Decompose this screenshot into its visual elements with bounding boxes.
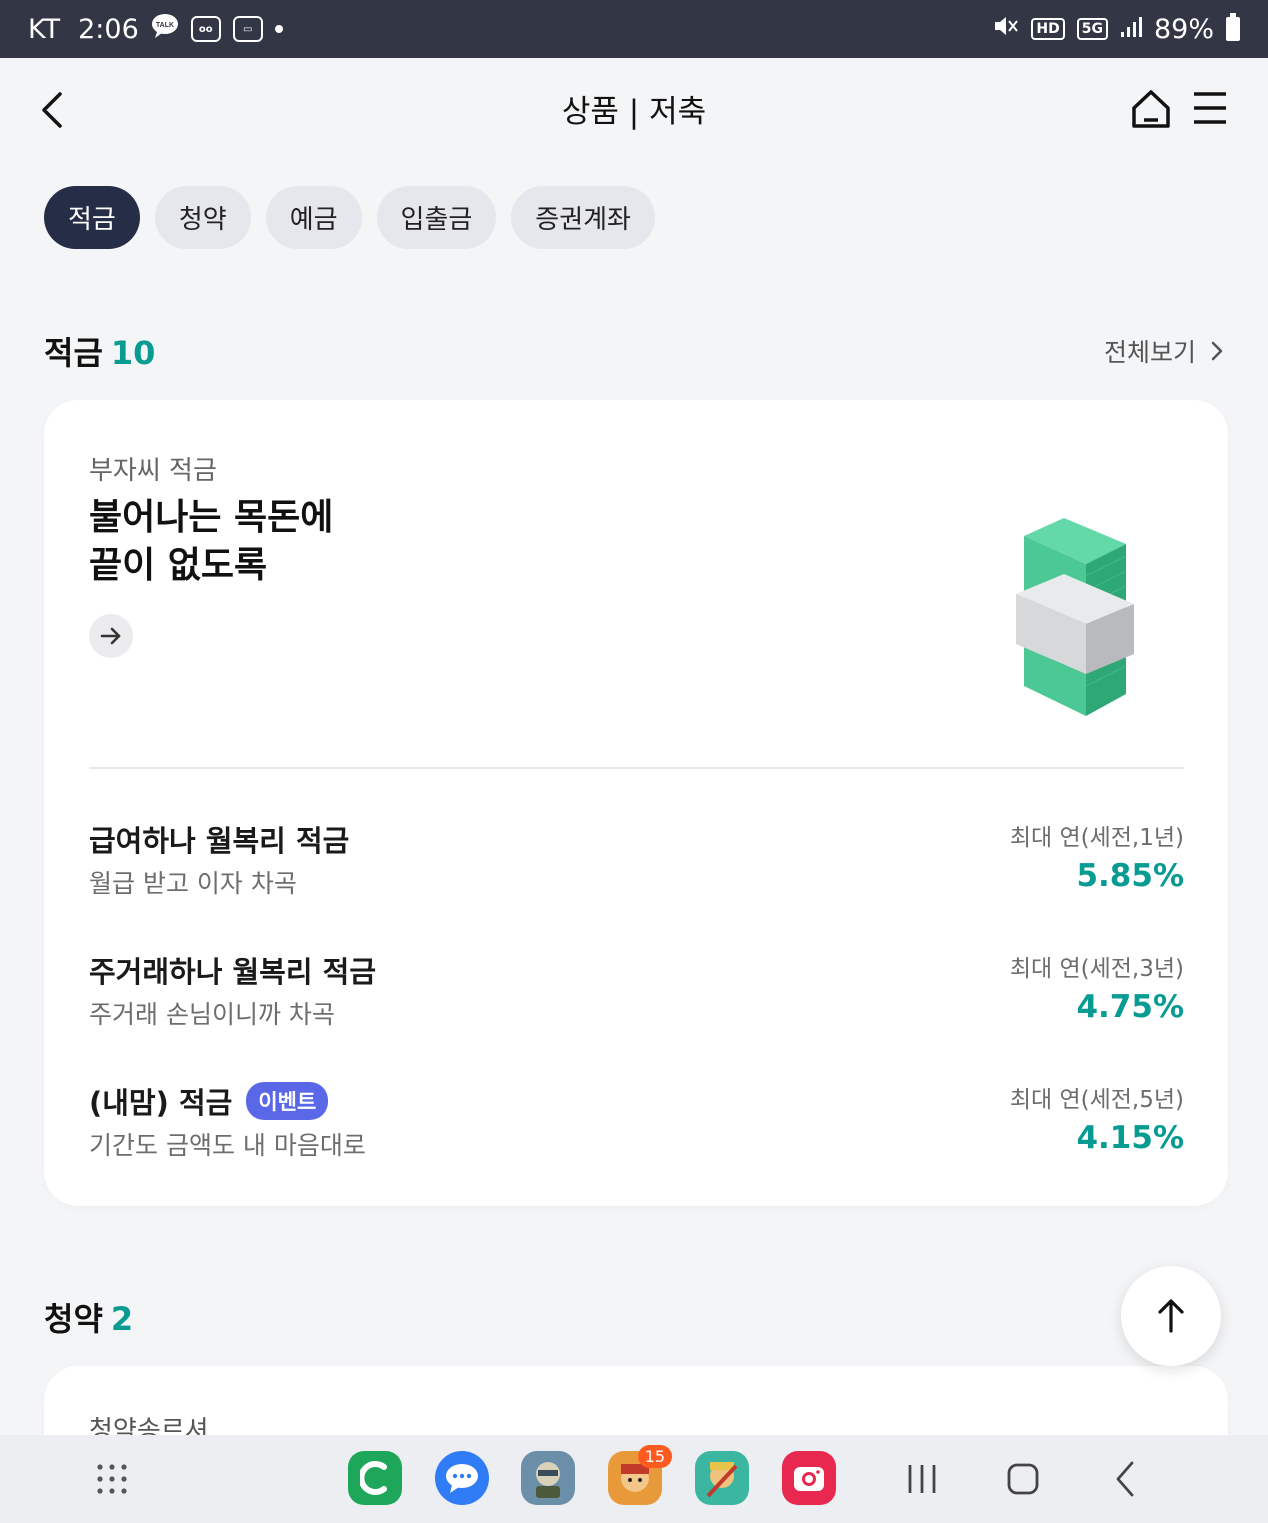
signal-icon [1120, 14, 1142, 45]
phone-c-icon [360, 1461, 387, 1495]
section-count: 2 [110, 1300, 134, 1338]
grid-icon [97, 1464, 127, 1494]
subscription-section-header: 청약 2 [44, 1294, 1224, 1340]
category-chips: 적금 청약 예금 입출금 증권계좌 [44, 186, 655, 249]
product-name: 주거래하나 월복리 적금 [89, 949, 376, 991]
home-icon [1132, 90, 1170, 128]
promo-arrow-button[interactable] [89, 614, 133, 658]
product-row[interactable]: 급여하나 월복리 적금 월급 받고 이자 차곡 최대 연(세전,1년) 5.85… [89, 818, 1184, 908]
cartoon-character-icon [706, 1462, 738, 1498]
product-desc: 기간도 금액도 내 마음대로 [89, 1131, 366, 1160]
chip-securities[interactable]: 증권계좌 [511, 186, 655, 249]
robot-character-icon [536, 1462, 560, 1498]
promo-subtitle: 부자씨 적금 [89, 456, 217, 486]
savings-card: 부자씨 적금 불어나는 목돈에 끝이 없도록 급여하나 월복리 적금 월급 받고… [44, 400, 1228, 1206]
view-all-link[interactable]: 전체보기 [1104, 333, 1224, 369]
hd-icon: HD [1031, 18, 1065, 40]
section-title: 적금 10 [44, 328, 155, 374]
promo-headline[interactable]: 불어나는 목돈에 끝이 없도록 [89, 494, 333, 590]
rate-value: 4.75% [1076, 989, 1184, 1025]
home-square-icon [1007, 1463, 1039, 1495]
rate-value: 4.15% [1076, 1120, 1184, 1156]
chevron-left-icon [1116, 1461, 1134, 1497]
hamburger-icon [1194, 92, 1226, 124]
rate-value: 5.85% [1076, 858, 1184, 894]
app-notification-badge: 15 [637, 1445, 672, 1468]
status-bar: KT 2:06 TALK oo ▭ HD 5G 89% [0, 0, 1268, 58]
game-app-icon-2[interactable]: 15 [608, 1445, 672, 1505]
money-stack-illustration [1016, 518, 1134, 716]
home-nav-button[interactable] [1001, 1457, 1045, 1501]
page-title: 상품 | 저축 [561, 94, 707, 130]
game-app-icon-1[interactable] [521, 1451, 575, 1505]
app-drawer-button[interactable] [96, 1463, 128, 1495]
phone-app-icon[interactable] [348, 1451, 402, 1505]
rate-label: 최대 연(세전,1년) [1009, 825, 1184, 851]
savings-section-header: 적금 10 전체보기 [44, 328, 1224, 374]
product-row[interactable]: 주거래하나 월복리 적금 주거래 손님이니까 차곡 최대 연(세전,3년) 4.… [89, 949, 1184, 1039]
product-name-label: 급여하나 월복리 적금 [89, 824, 350, 858]
home-button[interactable] [1130, 88, 1172, 130]
mute-icon [993, 14, 1019, 45]
section-title: 청약 2 [44, 1294, 133, 1340]
rate-label: 최대 연(세전,3년) [1009, 956, 1184, 982]
svg-text:TALK: TALK [156, 22, 174, 29]
more-notifications-dot [274, 25, 283, 33]
talk-icon: TALK [151, 13, 179, 46]
chat-bubble-icon [446, 1464, 478, 1493]
chevron-right-icon [1211, 341, 1223, 361]
menu-button[interactable] [1190, 90, 1230, 126]
product-name: (내맘) 적금 이벤트 [89, 1080, 329, 1122]
messages-app-icon[interactable] [435, 1451, 489, 1505]
back-nav-button[interactable] [1104, 1457, 1148, 1501]
camera-app-icon[interactable] [782, 1451, 836, 1505]
5g-icon: 5G [1076, 18, 1108, 40]
arrow-up-icon [1158, 1299, 1184, 1333]
section-count: 10 [110, 334, 156, 372]
app-header: 상품 | 저축 [0, 58, 1268, 158]
product-row[interactable]: (내맘) 적금 이벤트 기간도 금액도 내 마음대로 최대 연(세전,5년) 4… [89, 1080, 1184, 1170]
event-badge: 이벤트 [246, 1082, 329, 1120]
section-title-label: 적금 [44, 334, 103, 372]
chip-savings[interactable]: 적금 [44, 186, 140, 249]
scroll-top-button[interactable] [1121, 1266, 1221, 1366]
rate-label: 최대 연(세전,5년) [1009, 1087, 1184, 1113]
recents-icon [908, 1465, 936, 1493]
product-name-label: 주거래하나 월복리 적금 [89, 955, 376, 989]
section-title-label: 청약 [44, 1300, 103, 1338]
card-divider [89, 767, 1184, 769]
battery-icon [1226, 13, 1240, 41]
chip-subscription[interactable]: 청약 [154, 186, 251, 249]
view-all-label: 전체보기 [1103, 338, 1196, 367]
arrow-right-icon [100, 627, 121, 645]
battery-percent: 89% [1153, 13, 1214, 45]
carrier-label: KT [28, 13, 61, 45]
chip-checking[interactable]: 입출금 [376, 186, 497, 249]
product-name-label: (내맘) 적금 [89, 1086, 233, 1120]
voicemail-icon: oo [190, 16, 221, 42]
product-name: 급여하나 월복리 적금 [89, 818, 349, 860]
clock: 2:06 [78, 13, 139, 45]
product-desc: 주거래 손님이니까 차곡 [89, 1000, 335, 1029]
product-desc: 월급 받고 이자 차곡 [89, 869, 297, 898]
card-icon: ▭ [232, 16, 263, 42]
chip-deposit[interactable]: 예금 [265, 186, 362, 249]
game-app-icon-3[interactable] [695, 1451, 749, 1505]
camera-icon [794, 1467, 824, 1491]
recent-apps-button[interactable] [900, 1457, 944, 1501]
system-navigation-bar: 15 [0, 1435, 1268, 1523]
